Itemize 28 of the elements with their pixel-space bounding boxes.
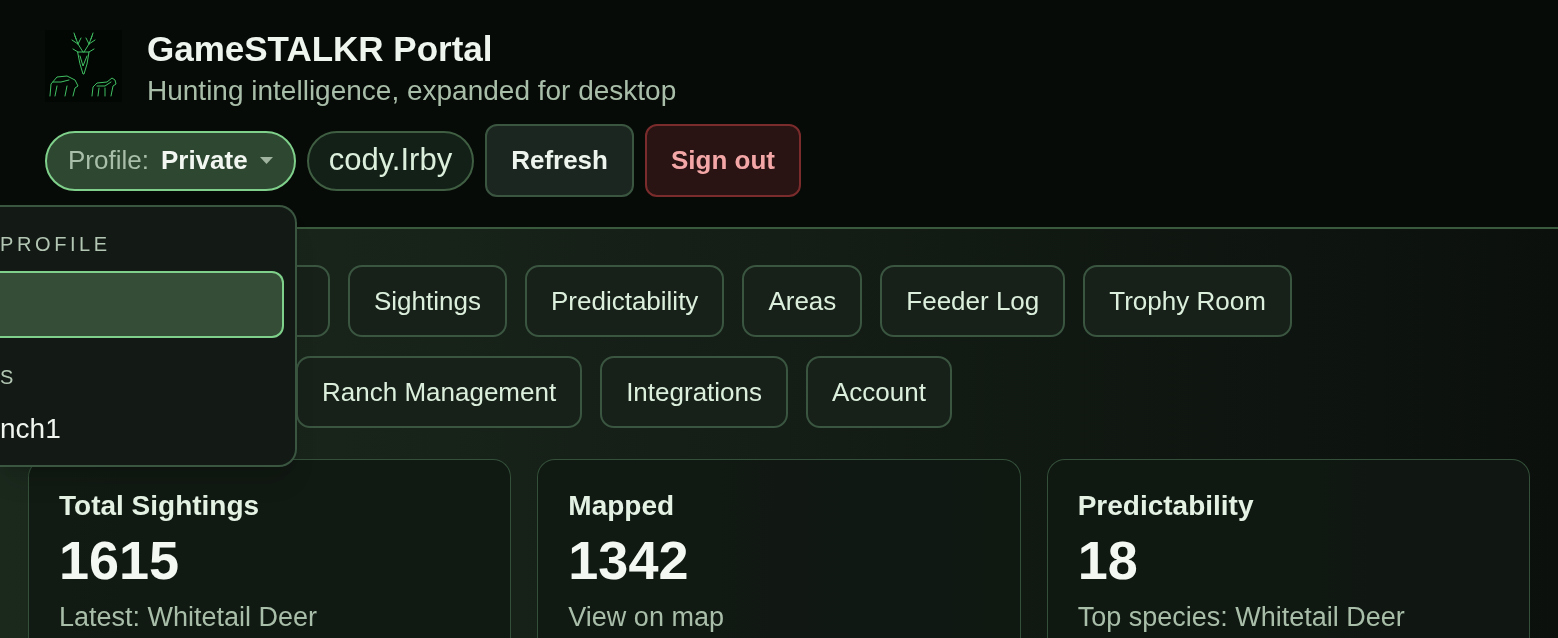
stat-value: 1342 xyxy=(568,530,690,590)
stat-value: 1615 xyxy=(59,530,181,590)
stat-note: Top species: Whitetail Deer xyxy=(1077,601,1406,634)
nav-tab[interactable]: Account xyxy=(806,356,952,428)
caret-down-icon xyxy=(259,157,273,164)
menu-section-heading: S xyxy=(0,366,17,388)
stat-note: View on map xyxy=(568,601,725,634)
nav-tab[interactable]: Integrations xyxy=(600,356,788,428)
menu-section-heading: PROFILE xyxy=(0,233,111,255)
nav-tab[interactable]: Areas xyxy=(742,265,863,337)
nav-tab[interactable]: Trophy Room xyxy=(1083,265,1292,337)
app-subtitle: Hunting intelligence, expanded for desktop xyxy=(147,76,677,106)
profile-menu-item[interactable]: nch1 xyxy=(0,403,61,455)
sign-out-button[interactable]: Sign out xyxy=(644,124,801,197)
nav-tab[interactable]: Feeder Log xyxy=(880,265,1066,337)
stat-value: 18 xyxy=(1077,530,1139,590)
stat-title: Mapped xyxy=(568,489,676,523)
nav-tab[interactable]: Predictability xyxy=(524,265,725,337)
stat-title: Predictability xyxy=(1077,489,1255,523)
profile-menu-item[interactable] xyxy=(0,271,284,338)
nav-tab[interactable]: Ranch Management xyxy=(296,356,583,428)
refresh-button[interactable]: Refresh xyxy=(485,124,634,197)
app-title: GameSTALKR Portal xyxy=(147,30,494,68)
profile-selector[interactable]: Profile: Private xyxy=(45,130,296,191)
username-badge: cody.Irby xyxy=(306,130,475,191)
stat-title: Total Sightings xyxy=(59,489,261,523)
nav-tab[interactable]: Sightings xyxy=(348,265,507,337)
stat-note: Latest: Whitetail Deer xyxy=(59,601,319,634)
